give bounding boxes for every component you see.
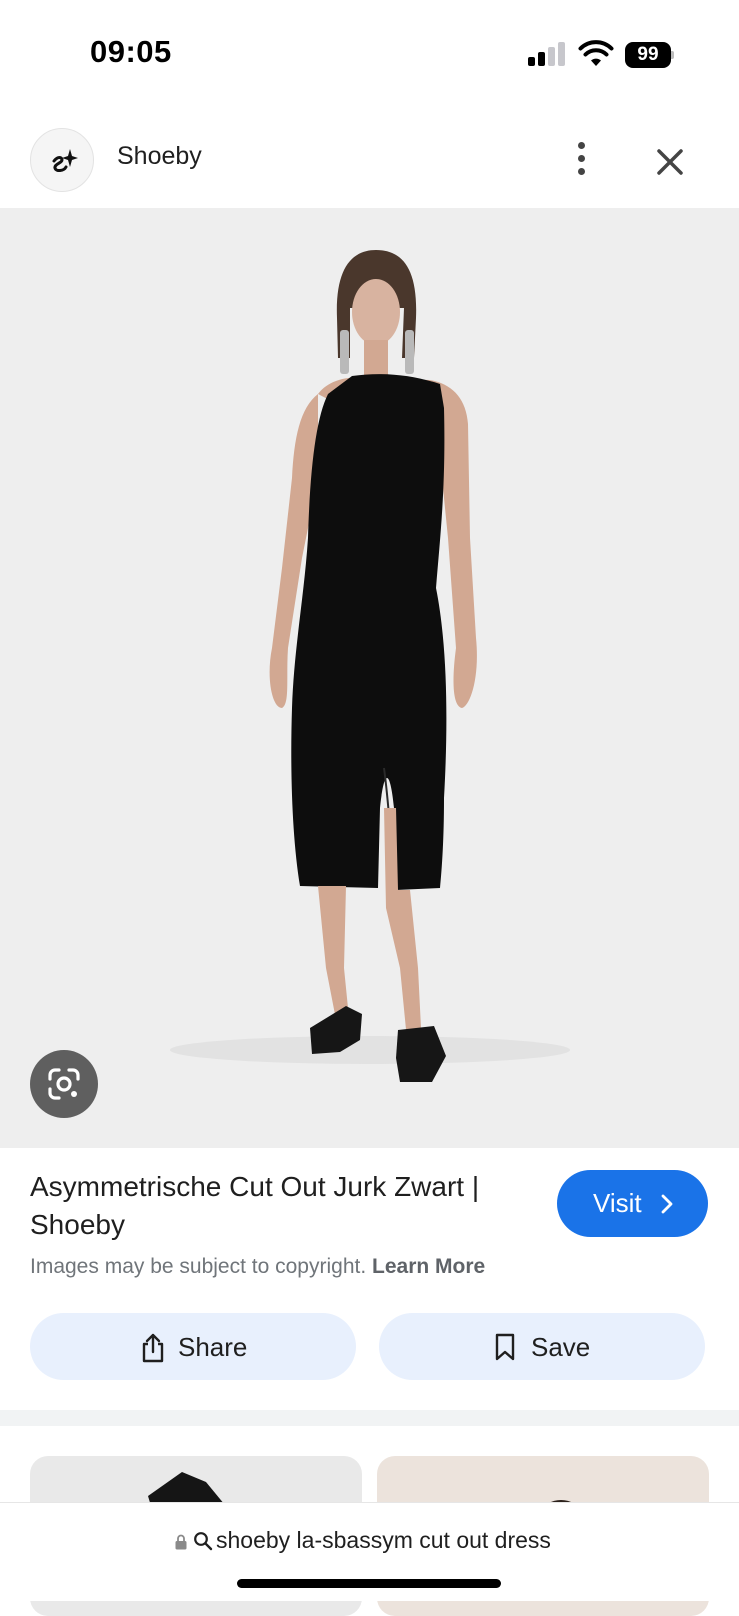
battery-level: 99 [625,42,671,68]
home-indicator[interactable] [237,1579,501,1588]
result-title[interactable]: Asymmetrische Cut Out Jurk Zwart | Shoeb… [30,1168,500,1244]
share-button[interactable]: Share [30,1313,356,1380]
search-icon [194,1532,213,1551]
save-label: Save [531,1332,591,1362]
close-icon[interactable] [650,142,690,182]
shoeby-logo-icon[interactable] [30,128,94,192]
google-lens-icon[interactable] [30,1050,98,1118]
more-vert-icon[interactable] [566,140,596,178]
wifi-icon [578,40,614,66]
share-icon [142,1333,164,1363]
section-divider [0,1410,739,1426]
address-bar[interactable]: shoeby la-sbassym cut out dress [0,1502,739,1601]
model-in-black-dress-illustration [170,250,570,1082]
bookmark-icon [495,1333,515,1361]
chevron-right-icon [661,1194,673,1214]
cellular-signal-icon [528,42,566,66]
copyright-notice: Images may be subject to copyright. Lear… [30,1255,485,1279]
product-image[interactable] [0,208,739,1148]
status-bar: 09:05 99 [0,0,739,110]
save-button[interactable]: Save [379,1313,705,1380]
site-header: Shoeby [0,122,739,208]
lock-icon [175,1534,187,1550]
visit-button[interactable]: Visit [557,1170,708,1237]
copyright-text: Images may be subject to copyright. [30,1255,367,1278]
site-name[interactable]: Shoeby [117,142,202,171]
battery-icon: 99 [625,42,674,68]
share-label: Share [178,1332,248,1362]
learn-more-link[interactable]: Learn More [372,1255,485,1278]
search-query-text[interactable]: shoeby la-sbassym cut out dress [216,1527,551,1554]
visit-button-label: Visit [593,1188,642,1218]
status-time: 09:05 [90,34,172,69]
